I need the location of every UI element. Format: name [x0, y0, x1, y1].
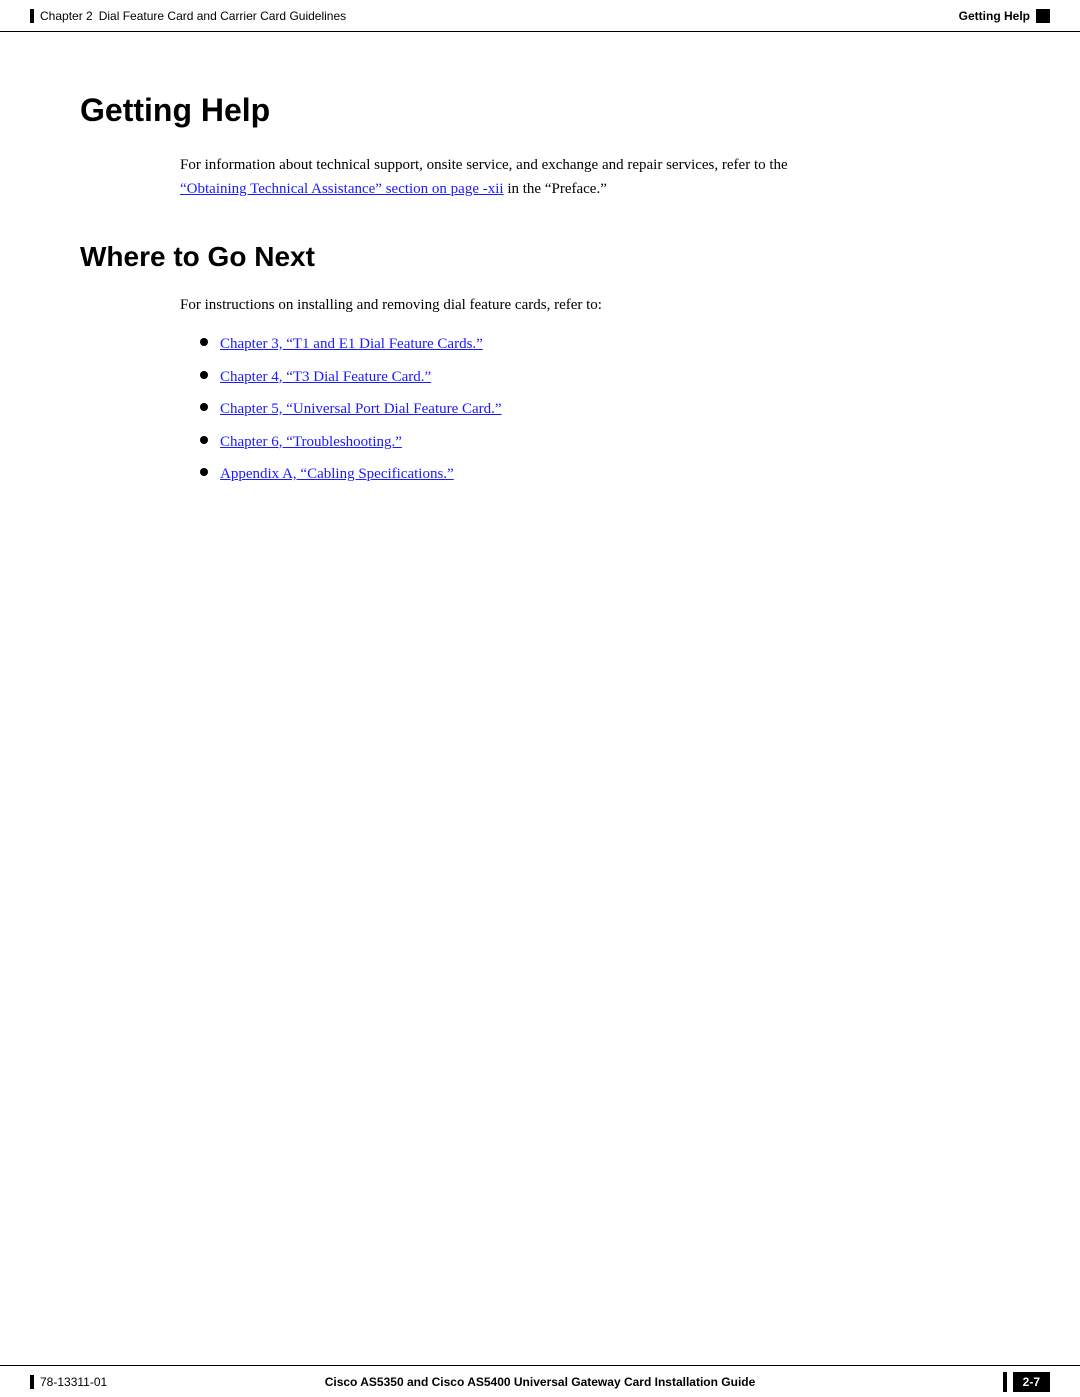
header-left: Chapter 2 Dial Feature Card and Carrier … — [30, 9, 346, 23]
footer-bar: 78-13311-01 Cisco AS5350 and Cisco AS540… — [0, 1365, 1080, 1397]
getting-help-body-suffix: in the “Preface.” — [504, 181, 607, 197]
bullet-dot-icon — [200, 403, 208, 411]
getting-help-body-text: For information about technical support,… — [180, 157, 788, 173]
list-item: Appendix A, “Cabling Specifications.” — [200, 463, 1000, 486]
page-container: Chapter 2 Dial Feature Card and Carrier … — [0, 0, 1080, 1397]
chapter-link[interactable]: Chapter 4, “T3 Dial Feature Card.” — [220, 366, 431, 389]
where-to-go-next-intro: For instructions on installing and remov… — [180, 293, 940, 317]
chapter-link[interactable]: Appendix A, “Cabling Specifications.” — [220, 463, 454, 486]
header-right-bar-icon — [1036, 9, 1050, 23]
bullet-dot-icon — [200, 468, 208, 476]
footer-center: Cisco AS5350 and Cisco AS5400 Universal … — [325, 1375, 756, 1389]
header-chapter-label: Chapter 2 — [40, 9, 93, 23]
getting-help-title: Getting Help — [80, 92, 1000, 129]
chapter-link[interactable]: Chapter 3, “T1 and E1 Dial Feature Cards… — [220, 333, 483, 356]
header-left-bar-icon — [30, 9, 34, 23]
header-section-label: Getting Help — [959, 9, 1030, 23]
bullet-dot-icon — [200, 338, 208, 346]
footer-page-number: 2-7 — [1013, 1372, 1050, 1392]
list-item: Chapter 6, “Troubleshooting.” — [200, 431, 1000, 454]
chapter-link[interactable]: Chapter 5, “Universal Port Dial Feature … — [220, 398, 502, 421]
getting-help-body: For information about technical support,… — [180, 153, 940, 201]
chapter-link[interactable]: Chapter 6, “Troubleshooting.” — [220, 431, 402, 454]
header-right: Getting Help — [959, 9, 1050, 23]
header-bar: Chapter 2 Dial Feature Card and Carrier … — [0, 0, 1080, 32]
where-to-go-next-title: Where to Go Next — [80, 241, 1000, 273]
bullet-dot-icon — [200, 436, 208, 444]
footer-left-bar-icon — [30, 1375, 34, 1389]
footer-left: 78-13311-01 — [30, 1375, 107, 1389]
list-item: Chapter 3, “T1 and E1 Dial Feature Cards… — [200, 333, 1000, 356]
bullet-dot-icon — [200, 371, 208, 379]
main-content: Getting Help For information about techn… — [0, 32, 1080, 576]
footer-right: 2-7 — [1003, 1372, 1050, 1392]
where-to-go-next-list: Chapter 3, “T1 and E1 Dial Feature Cards… — [200, 333, 1000, 486]
list-item: Chapter 4, “T3 Dial Feature Card.” — [200, 366, 1000, 389]
footer-right-bar-icon — [1003, 1372, 1007, 1392]
footer-doc-number: 78-13311-01 — [40, 1375, 107, 1389]
list-item: Chapter 5, “Universal Port Dial Feature … — [200, 398, 1000, 421]
obtaining-technical-assistance-link[interactable]: “Obtaining Technical Assistance” section… — [180, 181, 504, 197]
header-chapter-title: Dial Feature Card and Carrier Card Guide… — [99, 9, 346, 23]
